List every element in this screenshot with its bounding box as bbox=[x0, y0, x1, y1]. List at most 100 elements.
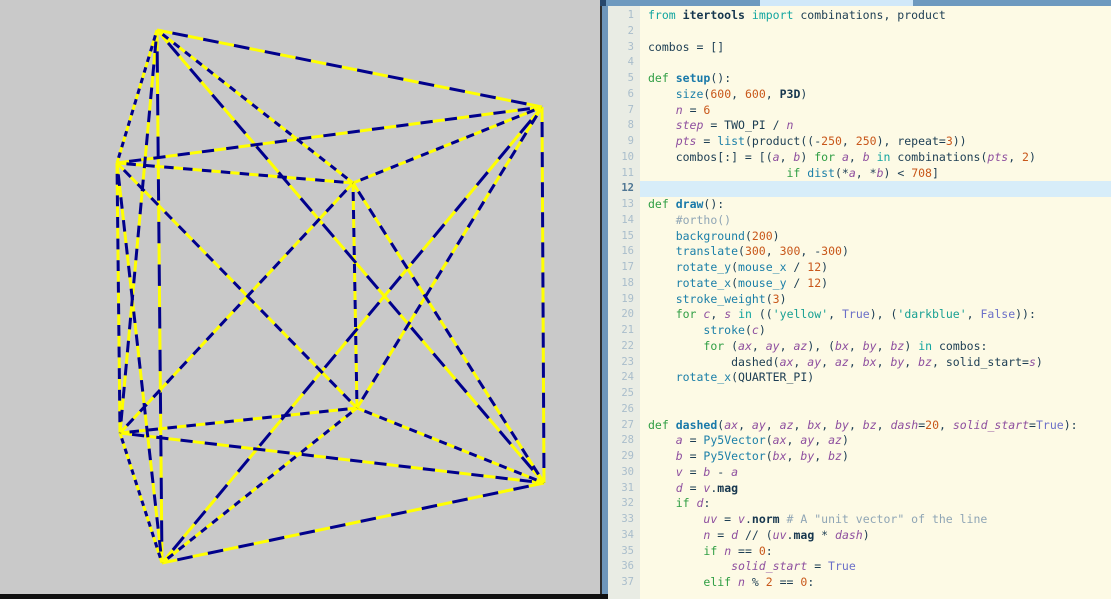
code-token: dash bbox=[835, 528, 863, 542]
code-line[interactable]: combos = [] bbox=[640, 40, 1111, 56]
code-line[interactable]: for (ax, ay, az), (bx, by, bz) in combos… bbox=[640, 339, 1111, 355]
code-token: = bbox=[807, 559, 828, 573]
code-line[interactable]: rotate_y(mouse_x / 12) bbox=[640, 260, 1111, 276]
sketch-canvas[interactable] bbox=[0, 0, 600, 599]
code-line[interactable]: from itertools import combinations, prod… bbox=[640, 8, 1111, 24]
code-line[interactable] bbox=[640, 402, 1111, 418]
code-token: background bbox=[676, 229, 745, 243]
code-token bbox=[648, 496, 676, 510]
code-token: 300 bbox=[745, 244, 766, 258]
code-line[interactable]: for c, s in (('yellow', True), ('darkblu… bbox=[640, 307, 1111, 323]
code-token bbox=[648, 528, 703, 542]
code-token: (* bbox=[835, 166, 849, 180]
code-token: bz bbox=[828, 449, 842, 463]
code-line[interactable]: def draw(): bbox=[640, 197, 1111, 213]
code-line[interactable]: d = v.mag bbox=[640, 481, 1111, 497]
code-line[interactable] bbox=[640, 24, 1111, 40]
gutter-line-number: 36 bbox=[608, 559, 634, 575]
code-token: dist bbox=[807, 166, 835, 180]
code-token: by bbox=[890, 355, 904, 369]
code-line[interactable]: background(200) bbox=[640, 229, 1111, 245]
code-token: s bbox=[1029, 355, 1036, 369]
code-token bbox=[745, 8, 752, 22]
code-token: (): bbox=[710, 71, 731, 85]
code-line[interactable]: dashed(ax, ay, az, bx, by, bz, solid_sta… bbox=[640, 355, 1111, 371]
code-token: , bbox=[780, 150, 794, 164]
code-line[interactable]: stroke(c) bbox=[640, 323, 1111, 339]
code-line[interactable]: a = Py5Vector(ax, ay, az) bbox=[640, 433, 1111, 449]
gutter-line-number: 8 bbox=[608, 118, 634, 134]
code-line[interactable]: if n == 0: bbox=[640, 544, 1111, 560]
code-line[interactable]: def setup(): bbox=[640, 71, 1111, 87]
code-token: True bbox=[1036, 418, 1064, 432]
code-token: = bbox=[683, 433, 704, 447]
code-token bbox=[648, 87, 676, 101]
code-line[interactable]: solid_start = True bbox=[640, 559, 1111, 575]
code-token: solid_start bbox=[953, 418, 1029, 432]
code-line[interactable]: step = TWO_PI / n bbox=[640, 118, 1111, 134]
code-line[interactable]: #ortho() bbox=[640, 213, 1111, 229]
code-token: 3 bbox=[946, 134, 953, 148]
code-token: , bbox=[939, 418, 953, 432]
gutter-line-number: 2 bbox=[608, 24, 634, 40]
code-token: in bbox=[918, 339, 932, 353]
code-token: . bbox=[745, 512, 752, 526]
gutter-line-number: 31 bbox=[608, 481, 634, 497]
code-token bbox=[669, 418, 676, 432]
gutter-line-number: 3 bbox=[608, 40, 634, 56]
code-area[interactable]: from itertools import combinations, prod… bbox=[640, 6, 1111, 599]
code-line[interactable]: v = b - a bbox=[640, 465, 1111, 481]
code-line[interactable]: if dist(*a, *b) < 708] bbox=[640, 166, 1111, 182]
gutter-line-number: 17 bbox=[608, 260, 634, 276]
gutter-line-number: 9 bbox=[608, 134, 634, 150]
code-token: for bbox=[703, 339, 724, 353]
code-line[interactable]: rotate_x(mouse_y / 12) bbox=[640, 276, 1111, 292]
code-line[interactable]: if d: bbox=[640, 496, 1111, 512]
code-line[interactable]: n = 6 bbox=[640, 103, 1111, 119]
code-line[interactable]: combos[:] = [(a, b) for a, b in combinat… bbox=[640, 150, 1111, 166]
code-line[interactable]: n = d // (uv.mag * dash) bbox=[640, 528, 1111, 544]
code-line[interactable] bbox=[640, 55, 1111, 71]
code-token: combos: bbox=[932, 339, 987, 353]
gutter-line-number: 28 bbox=[608, 433, 634, 449]
code-token: norm bbox=[752, 512, 780, 526]
code-token: step bbox=[676, 118, 704, 132]
code-token bbox=[690, 496, 697, 510]
code-token: ) bbox=[1036, 355, 1043, 369]
code-token: , - bbox=[800, 244, 821, 258]
code-line[interactable]: translate(300, 300, -300) bbox=[640, 244, 1111, 260]
code-token bbox=[648, 512, 703, 526]
code-line[interactable]: pts = list(product((-250, 250), repeat=3… bbox=[640, 134, 1111, 150]
code-token: # A "unit vector" of the line bbox=[787, 512, 988, 526]
code-token: 'yellow' bbox=[773, 307, 828, 321]
code-line[interactable]: rotate_x(QUARTER_PI) bbox=[640, 370, 1111, 386]
code-token: True bbox=[842, 307, 870, 321]
code-token: az bbox=[780, 418, 794, 432]
line-number-gutter: 1234567891011121314151617181920212223242… bbox=[608, 6, 640, 599]
code-token: n bbox=[738, 575, 745, 589]
code-token: b bbox=[676, 449, 683, 463]
code-line[interactable] bbox=[640, 386, 1111, 402]
code-line[interactable]: size(600, 600, P3D) bbox=[640, 87, 1111, 103]
code-token: for bbox=[814, 150, 835, 164]
code-token bbox=[648, 433, 676, 447]
code-token: ) bbox=[800, 150, 814, 164]
gutter-line-number: 5 bbox=[608, 71, 634, 87]
code-line[interactable]: stroke_weight(3) bbox=[640, 292, 1111, 308]
code-token: , bbox=[849, 150, 863, 164]
code-line[interactable]: def dashed(ax, ay, az, bx, by, bz, dash=… bbox=[640, 418, 1111, 434]
code-token: , bbox=[842, 134, 856, 148]
code-token: 200 bbox=[752, 229, 773, 243]
code-line[interactable]: uv = v.norm # A "unit vector" of the lin… bbox=[640, 512, 1111, 528]
code-token: ) bbox=[780, 292, 787, 306]
code-line[interactable]: b = Py5Vector(bx, by, bz) bbox=[640, 449, 1111, 465]
code-token: 3 bbox=[773, 292, 780, 306]
code-line[interactable]: elif n % 2 == 0: bbox=[640, 575, 1111, 591]
code-token: bx bbox=[863, 355, 877, 369]
code-token: n bbox=[787, 118, 794, 132]
code-token: , * bbox=[856, 166, 877, 180]
code-line[interactable] bbox=[640, 181, 1111, 197]
code-token bbox=[648, 276, 676, 290]
code-token: , solid_start= bbox=[932, 355, 1029, 369]
code-token: size bbox=[676, 87, 704, 101]
